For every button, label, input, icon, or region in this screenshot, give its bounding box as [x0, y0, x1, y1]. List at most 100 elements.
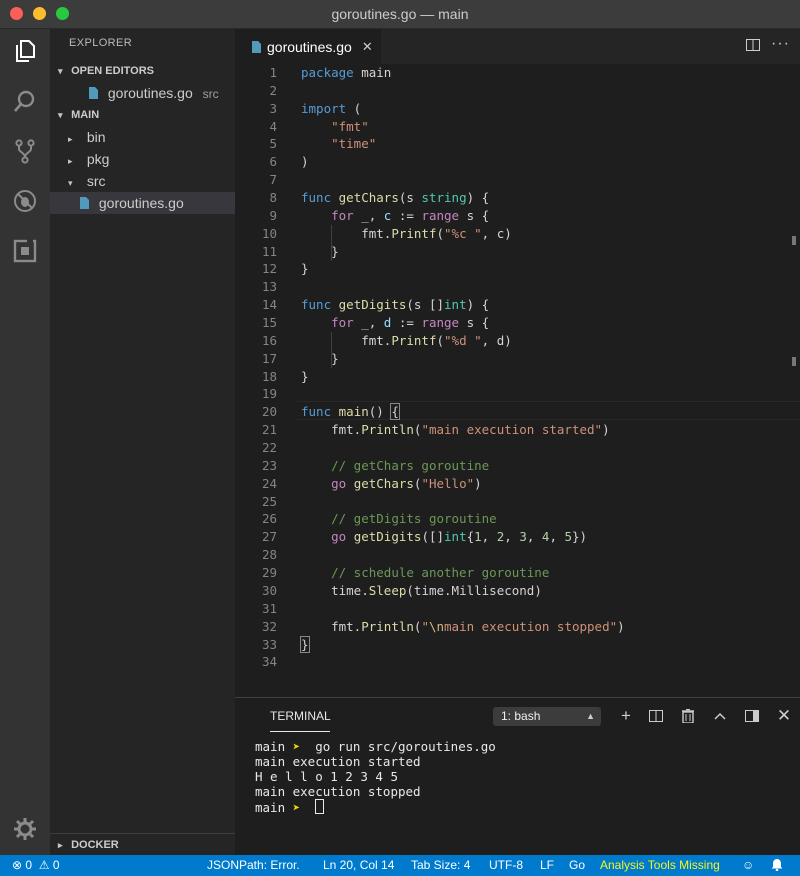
line-number: 33: [261, 636, 277, 652]
bracket-match: {: [390, 403, 400, 421]
go-file-icon: [80, 197, 89, 209]
bell-icon[interactable]: [771, 855, 783, 876]
tree-item-pkg[interactable]: ▸ pkg: [50, 148, 253, 170]
tree-item-bin[interactable]: ▸ bin: [50, 126, 253, 148]
more-actions-icon[interactable]: ···: [771, 35, 790, 53]
active-tab-indicator: [270, 731, 330, 732]
tab-terminal[interactable]: TERMINAL: [270, 709, 331, 723]
jsonpath-status[interactable]: JSONPath: Error.: [207, 855, 300, 876]
code-line: func main() {: [301, 403, 400, 421]
explorer-title: EXPLORER: [69, 37, 133, 49]
warning-icon: ⚠: [38, 858, 50, 872]
problems-indicator[interactable]: ⊗ 0 ⚠ 0: [12, 855, 60, 876]
code-line: fmt.Printf("%c ", c): [361, 225, 512, 241]
code-line: import (: [301, 100, 362, 116]
language-mode[interactable]: Go: [569, 855, 585, 876]
add-terminal-icon[interactable]: +: [617, 706, 635, 725]
debug-icon[interactable]: [11, 187, 39, 215]
feedback-icon[interactable]: ☺: [742, 855, 754, 876]
close-icon[interactable]: ✕: [362, 39, 373, 55]
gear-icon[interactable]: [11, 815, 39, 843]
line-number: 34: [261, 654, 277, 670]
extensions-icon[interactable]: [11, 237, 39, 265]
tree-item-src[interactable]: ▾ src: [50, 170, 253, 192]
code-editor[interactable]: 1 2 3 4 5 6 7 8 9 10 11 12 13 14 15 16 17 18 19 20 21 22 23 24 2…: [235, 64, 800, 697]
activity-bar: [0, 29, 50, 855]
close-panel-icon[interactable]: ✕: [775, 706, 793, 725]
code-line: }: [331, 243, 339, 259]
line-number: 9: [269, 207, 277, 223]
bracket-match: }: [300, 635, 310, 653]
editor-tab-bar: goroutines.go ✕ ···: [235, 29, 800, 64]
code-line: package main: [301, 65, 392, 80]
analysis-tools-warning[interactable]: Analysis Tools Missing: [600, 855, 720, 876]
encoding[interactable]: UTF-8: [489, 855, 523, 876]
docker-label: DOCKER: [71, 839, 119, 851]
line-number: 7: [269, 172, 277, 188]
prompt-arrow-icon: ➤: [285, 800, 308, 815]
line-number: 12: [261, 261, 277, 277]
line-number: 24: [261, 475, 277, 491]
code-line: }: [301, 368, 309, 384]
docker-section[interactable]: ▸ DOCKER: [50, 833, 235, 856]
trash-icon[interactable]: [679, 707, 697, 725]
maximize-panel-icon[interactable]: [711, 707, 729, 725]
files-icon[interactable]: [11, 37, 39, 65]
terminal-shell-select[interactable]: 1: bash ▲: [493, 707, 601, 726]
line-number: 15: [261, 315, 277, 331]
source-control-icon[interactable]: [11, 137, 39, 165]
chevron-down-icon: ▾: [58, 110, 63, 120]
line-number: 4: [269, 118, 277, 134]
line-number: 5: [269, 136, 277, 152]
open-editors-section[interactable]: ▾ OPEN EDITORS: [50, 60, 243, 82]
terminal-line: H e l l o 1 2 3 4 5: [255, 769, 398, 784]
scrollbar-marker[interactable]: [792, 236, 796, 245]
split-terminal-icon[interactable]: [647, 707, 665, 725]
line-number: 22: [261, 440, 277, 456]
main-folder-section[interactable]: ▾ MAIN: [50, 104, 243, 126]
search-icon[interactable]: [11, 87, 39, 115]
line-number: 2: [269, 82, 277, 98]
line-number: 27: [261, 529, 277, 545]
tab-goroutines-go[interactable]: goroutines.go ✕: [235, 29, 381, 64]
line-number: 14: [261, 297, 277, 313]
code-line: // schedule another goroutine: [331, 565, 550, 581]
chevron-right-icon: ▸: [58, 840, 63, 850]
tree-item-label: bin: [86, 129, 106, 145]
split-editor-icon[interactable]: [746, 39, 760, 51]
code-line: fmt.Println("\nmain execution stopped"): [331, 618, 625, 634]
code-lines[interactable]: package main import ( "fmt" "time" ) fun…: [300, 64, 625, 671]
scrollbar-marker[interactable]: [792, 357, 796, 366]
line-number: 20: [261, 404, 277, 420]
line-number: 25: [261, 493, 277, 509]
go-file-icon: [252, 40, 261, 53]
line-number: 8: [269, 190, 277, 206]
tab-size[interactable]: Tab Size: 4: [411, 855, 470, 876]
code-line: go getDigits([]int{1, 2, 3, 4, 5}): [331, 529, 588, 545]
code-line: }: [331, 350, 339, 366]
terminal-line: main ➤ go run src/goroutines.go: [255, 739, 496, 754]
warning-count: 0: [52, 858, 60, 872]
code-line: go getChars("Hello"): [331, 475, 482, 491]
code-line: time.Sleep(time.Millisecond): [331, 582, 542, 598]
terminal-cursor: [315, 799, 325, 814]
cursor-position[interactable]: Ln 20, Col 14: [323, 855, 394, 876]
tree-item-label: pkg: [86, 151, 110, 167]
line-ending[interactable]: LF: [540, 855, 554, 876]
code-line: "time": [331, 136, 377, 152]
open-editors-label: OPEN EDITORS: [71, 65, 154, 77]
toggle-panel-position-icon[interactable]: [743, 707, 761, 725]
error-count: 0: [25, 858, 33, 872]
main-folder-label: MAIN: [71, 109, 100, 121]
line-number-gutter: 1 2 3 4 5 6 7 8 9 10 11 12 13 14 15 16 17 18 19 20 21 22 23 24 2…: [235, 64, 277, 671]
select-arrows-icon: ▲: [586, 711, 595, 721]
explorer-sidebar: EXPLORER ▾ OPEN EDITORS goroutines.go sr…: [50, 29, 264, 855]
terminal-output[interactable]: main ➤ go run src/goroutines.go main exe…: [255, 739, 496, 815]
line-number: 13: [261, 279, 277, 295]
tree-item-goroutines-go[interactable]: goroutines.go: [50, 192, 264, 214]
terminal-panel: TERMINAL 1: bash ▲ + ✕ main ➤ go run src…: [235, 697, 800, 856]
